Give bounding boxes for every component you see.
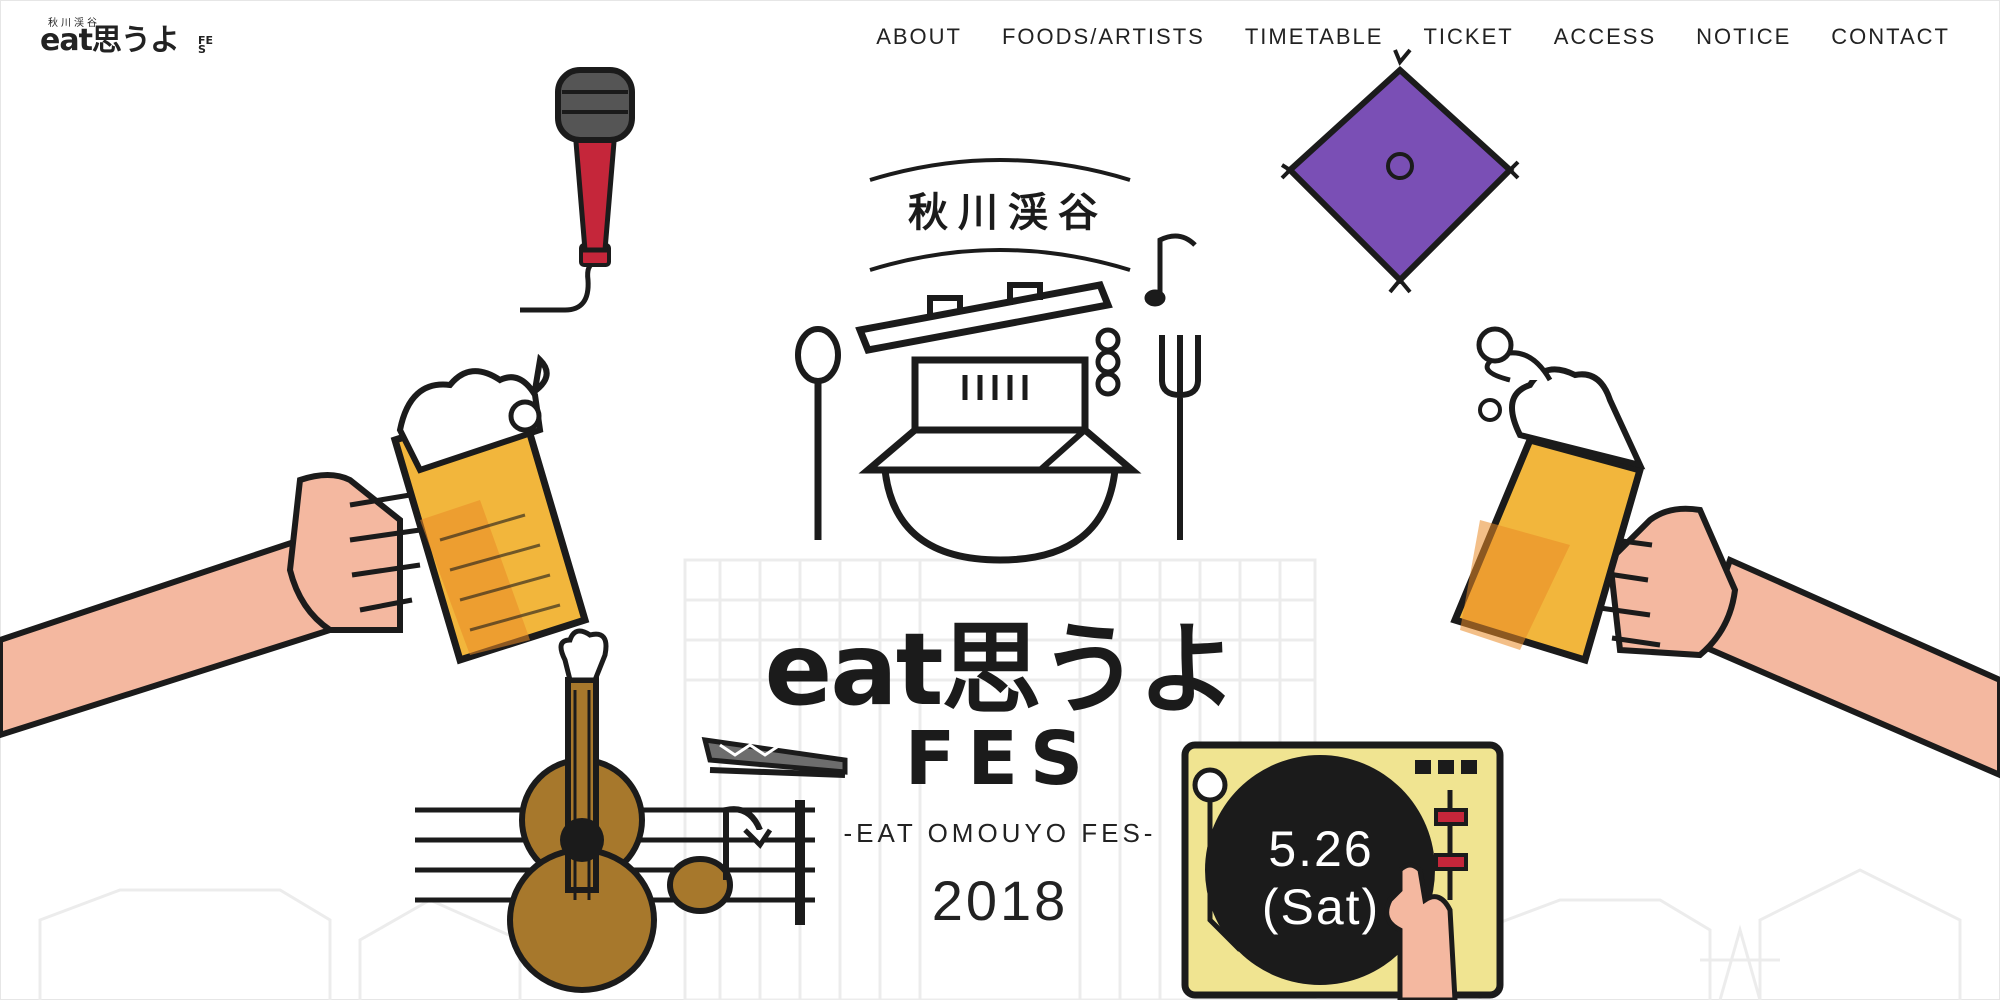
region-label: 秋川渓谷 (908, 190, 1108, 236)
event-date: 5.26 (Sat) (1226, 820, 1416, 936)
left-beer-hand-icon (0, 353, 590, 739)
event-date-day-number: 5.26 (1268, 821, 1374, 877)
event-title: eat思うよ (764, 611, 1237, 728)
event-title-fes: FES (904, 716, 1096, 802)
cushion-icon (1280, 48, 1520, 294)
event-subtitle: -EAT OMOUYO FES- (843, 818, 1157, 848)
right-beer-hand-icon (1450, 326, 2000, 779)
event-year: 2018 (931, 869, 1069, 932)
event-date-weekday: (Sat) (1261, 879, 1381, 935)
microphone-icon (520, 67, 635, 313)
hero-illustration (0, 48, 2000, 1000)
tongs-icon (701, 736, 848, 778)
